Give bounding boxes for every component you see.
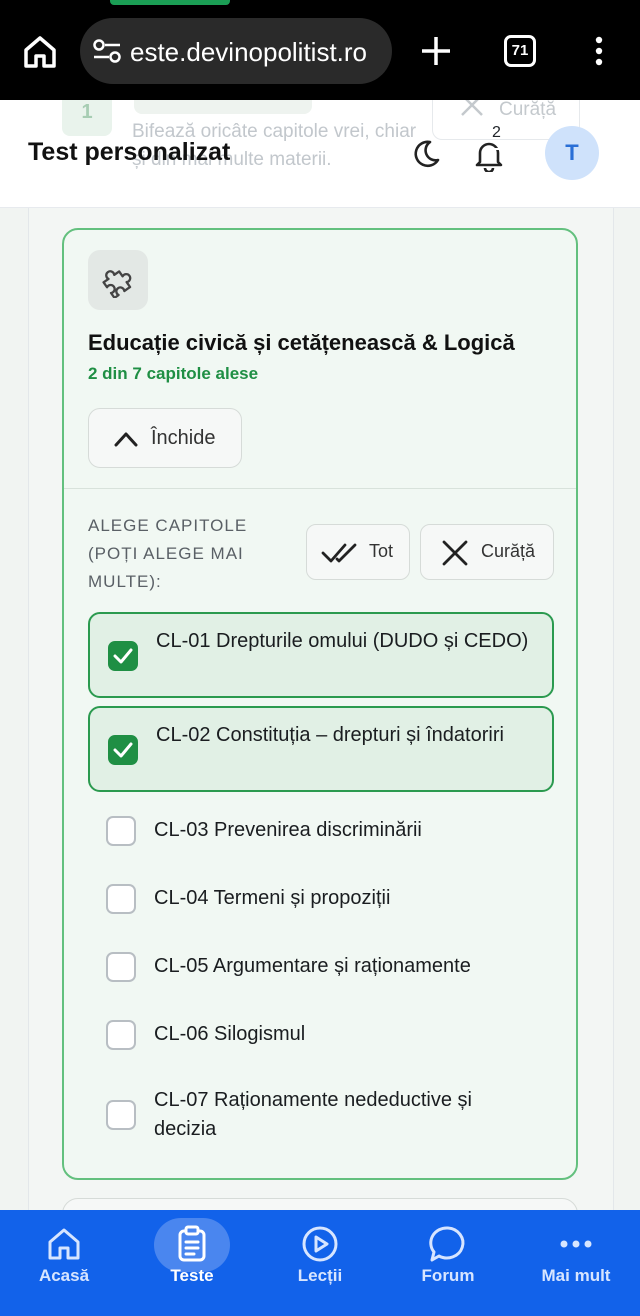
chapter-label: CL-04 Termeni și propoziții (154, 887, 391, 909)
chat-bubble-icon (429, 1226, 465, 1262)
choose-chapters-label: ALEGE CAPITOLE (POȚI ALEGE MAI MULTE): (88, 516, 248, 591)
more-dots-icon (560, 1240, 592, 1248)
nav-item-forum[interactable]: Forum (384, 1210, 512, 1316)
close-icon (442, 540, 468, 566)
chapter-item-cl-05[interactable]: CL-05 Argumentare și raționamente (88, 940, 554, 996)
home-icon (48, 1228, 80, 1260)
dark-mode-moon-icon[interactable] (410, 138, 442, 170)
chapter-checkbox[interactable] (106, 1020, 136, 1050)
collapse-label: Închide (151, 427, 216, 449)
subject-card: Educație civică și cetățenească & Logică… (62, 228, 578, 1180)
chapter-item-cl-03[interactable]: CL-03 Prevenirea discriminării (88, 804, 554, 860)
nav-label: Lecții (297, 1266, 343, 1285)
chapter-checkbox[interactable] (106, 1100, 136, 1130)
url-text: este.devinopolitist.ro (130, 37, 368, 67)
chapter-checkbox[interactable] (108, 735, 138, 765)
chapter-item-cl-01[interactable]: CL-01 Drepturile omului (DUDO și CEDO) (88, 612, 554, 698)
chapter-checkbox[interactable] (108, 641, 138, 671)
double-check-icon (321, 543, 357, 563)
clear-selection-button[interactable]: Curăță (420, 524, 554, 580)
clipboard-icon (178, 1225, 206, 1262)
nav-item-mai-mult[interactable]: Mai mult (512, 1210, 640, 1316)
nav-item-teste[interactable]: Teste (128, 1210, 256, 1316)
chapter-label: CL-02 Constituția – drepturi și îndatori… (156, 724, 504, 746)
play-circle-icon (302, 1226, 338, 1262)
top-indicator (110, 0, 230, 5)
chapter-label: CL-06 Silogismul (154, 1023, 306, 1045)
chapter-checkbox[interactable] (106, 816, 136, 846)
chapter-item-cl-06[interactable]: CL-06 Silogismul (88, 1008, 554, 1064)
chapter-checkbox[interactable] (106, 952, 136, 982)
app-header: Test personalizat T (0, 100, 640, 208)
bottom-navigation: Acasă Teste Lecții Forum Mai mult (0, 1210, 640, 1316)
clear-selection-label: Curăță (481, 541, 536, 561)
browser-menu-icon[interactable] (590, 36, 608, 66)
subject-icon-box (88, 250, 148, 310)
chapter-item-cl-04[interactable]: CL-04 Termeni și propoziții (88, 872, 554, 928)
site-settings-icon[interactable] (92, 38, 122, 64)
chevron-up-icon (114, 432, 138, 447)
select-all-button[interactable]: Tot (306, 524, 410, 580)
check-icon (113, 648, 133, 664)
nav-label: Mai mult (541, 1266, 611, 1285)
chapter-label: CL-03 Prevenirea discriminării (154, 819, 422, 841)
new-tab-icon[interactable] (418, 33, 454, 69)
nav-item-lectii[interactable]: Lecții (256, 1210, 384, 1316)
tab-switcher-button[interactable]: 71 (504, 35, 536, 67)
chapter-checkbox[interactable] (106, 884, 136, 914)
chapter-label: CL-07 Raționamente nedeductive și decizi… (154, 1089, 472, 1140)
select-all-label: Tot (369, 541, 394, 561)
user-avatar[interactable]: T (545, 126, 599, 180)
browser-toolbar: este.devinopolitist.ro 71 (0, 0, 640, 100)
chapter-item-cl-02[interactable]: CL-02 Constituția – drepturi și îndatori… (88, 706, 554, 792)
nav-item-acasa[interactable]: Acasă (0, 1210, 128, 1316)
browser-home-icon[interactable] (20, 32, 60, 72)
collapse-button[interactable]: Închide (88, 408, 242, 468)
nav-label: Forum (421, 1266, 475, 1285)
subject-title: Educație civică și cetățenească & Logică (88, 330, 515, 355)
notification-badge: 2 (492, 124, 518, 150)
puzzle-icon (102, 270, 132, 298)
chapter-label: CL-05 Argumentare și raționamente (154, 955, 471, 977)
chapter-item-cl-07[interactable]: CL-07 Raționamente nedeductive și decizi… (88, 1076, 554, 1156)
chapter-label: CL-01 Drepturile omului (DUDO și CEDO) (156, 630, 529, 652)
divider (64, 488, 576, 489)
check-icon (113, 742, 133, 758)
page-title: Test personalizat (28, 138, 231, 166)
url-bar[interactable]: este.devinopolitist.ro (80, 18, 392, 84)
nav-label: Teste (170, 1266, 214, 1285)
nav-label: Acasă (38, 1266, 90, 1285)
selected-count: 2 din 7 capitole alese (88, 364, 259, 383)
